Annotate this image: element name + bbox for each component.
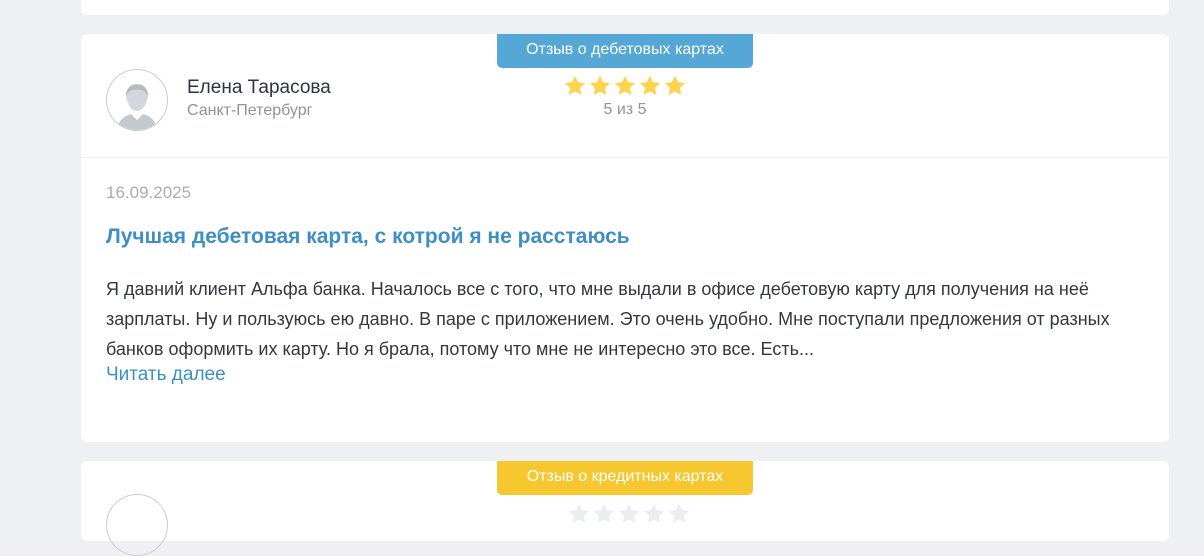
star-icon	[568, 503, 590, 523]
author-name: Елена Тарасова	[187, 77, 331, 98]
rating-text: 5 из 5	[603, 101, 647, 118]
star-icon	[593, 503, 615, 523]
star-icon	[614, 75, 636, 95]
review-title[interactable]: Лучшая дебетовая карта, с котрой я не ра…	[106, 225, 630, 249]
star-icon	[564, 75, 586, 95]
next-review-category-badge[interactable]: Отзыв о кредитных картах	[497, 461, 753, 495]
next-review-card: Отзыв о кредитных картах	[81, 461, 1169, 556]
review-body: Я давний клиент Альфа банка. Началось вс…	[106, 279, 1110, 359]
rating-stars	[561, 74, 689, 98]
review-date: 16.09.2025	[106, 183, 192, 202]
review-card: Отзыв о дебетовых картах Елена Тарасова …	[81, 34, 1169, 442]
star-icon	[618, 503, 640, 523]
next-user-avatar-icon	[106, 494, 168, 556]
user-avatar-icon	[106, 69, 168, 131]
next-rating-stars	[567, 502, 691, 526]
star-icon	[589, 75, 611, 95]
author-city: Санкт-Петербург	[187, 102, 313, 119]
star-icon	[668, 503, 690, 523]
star-icon	[664, 75, 686, 95]
rating: 5 из 5	[561, 74, 689, 119]
previous-review-card	[81, 0, 1169, 15]
star-icon	[643, 503, 665, 523]
star-icon	[639, 75, 661, 95]
read-more-link[interactable]: Читать далее	[106, 364, 226, 386]
review-header: Елена Тарасова Санкт-Петербург 5 из 5	[81, 34, 1169, 158]
